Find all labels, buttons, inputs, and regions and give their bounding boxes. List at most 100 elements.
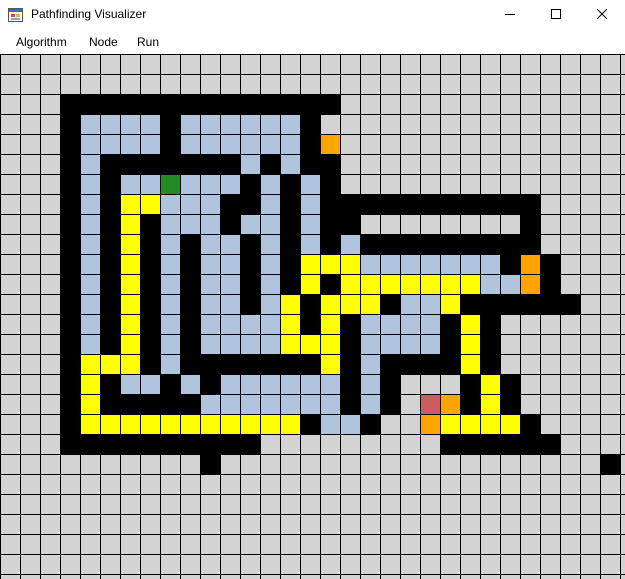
grid-cell-empty[interactable] bbox=[560, 194, 580, 214]
grid-cell-visited[interactable] bbox=[200, 274, 220, 294]
grid-cell-empty[interactable] bbox=[40, 134, 60, 154]
grid-cell-empty[interactable] bbox=[580, 274, 600, 294]
grid-cell-empty[interactable] bbox=[540, 94, 560, 114]
grid-cell-wall[interactable] bbox=[300, 314, 320, 334]
grid-cell-empty[interactable] bbox=[120, 54, 140, 74]
grid-cell-visited[interactable] bbox=[160, 274, 180, 294]
grid-cell-empty[interactable] bbox=[400, 394, 420, 414]
grid-cell-empty[interactable] bbox=[560, 394, 580, 414]
grid-cell-empty[interactable] bbox=[40, 154, 60, 174]
grid-cell-path[interactable] bbox=[440, 274, 460, 294]
grid-cell-wall[interactable] bbox=[60, 154, 80, 174]
minimize-button[interactable] bbox=[487, 0, 533, 30]
grid-cell-empty[interactable] bbox=[440, 214, 460, 234]
grid-cell-visited[interactable] bbox=[360, 314, 380, 334]
grid-cell-visited[interactable] bbox=[220, 334, 240, 354]
grid-cell-empty[interactable] bbox=[380, 134, 400, 154]
grid-cell-wall[interactable] bbox=[120, 94, 140, 114]
grid-cell-empty[interactable] bbox=[600, 534, 620, 554]
grid-cell-empty[interactable] bbox=[520, 54, 540, 74]
grid-cell-empty[interactable] bbox=[140, 74, 160, 94]
grid-cell-empty[interactable] bbox=[580, 254, 600, 274]
grid-cell-visited[interactable] bbox=[400, 254, 420, 274]
grid-cell-empty[interactable] bbox=[540, 174, 560, 194]
grid-cell-visited[interactable] bbox=[120, 174, 140, 194]
grid-cell-empty[interactable] bbox=[540, 214, 560, 234]
grid-cell-wall[interactable] bbox=[320, 154, 340, 174]
grid-cell-wall[interactable] bbox=[200, 354, 220, 374]
grid-cell-visited[interactable] bbox=[200, 394, 220, 414]
grid-cell-frontier[interactable] bbox=[520, 254, 540, 274]
grid-cell-path[interactable] bbox=[120, 234, 140, 254]
grid-cell-path[interactable] bbox=[340, 294, 360, 314]
grid-cell-path[interactable] bbox=[320, 254, 340, 274]
grid-cell-visited[interactable] bbox=[360, 374, 380, 394]
grid-cell-empty[interactable] bbox=[20, 134, 40, 154]
grid-cell-empty[interactable] bbox=[440, 114, 460, 134]
grid-cell-empty[interactable] bbox=[400, 54, 420, 74]
grid-cell-empty[interactable] bbox=[340, 94, 360, 114]
grid-cell-wall[interactable] bbox=[400, 234, 420, 254]
grid-cell-empty[interactable] bbox=[0, 454, 20, 474]
grid-cell-empty[interactable] bbox=[160, 554, 180, 574]
grid-cell-empty[interactable] bbox=[340, 534, 360, 554]
grid-cell-visited[interactable] bbox=[180, 174, 200, 194]
grid-cell-empty[interactable] bbox=[580, 314, 600, 334]
grid-cell-empty[interactable] bbox=[500, 54, 520, 74]
grid-cell-empty[interactable] bbox=[400, 534, 420, 554]
grid-cell-empty[interactable] bbox=[500, 74, 520, 94]
grid-cell-wall[interactable] bbox=[260, 354, 280, 374]
grid-cell-empty[interactable] bbox=[60, 54, 80, 74]
grid-cell-wall[interactable] bbox=[440, 234, 460, 254]
grid-cell-empty[interactable] bbox=[0, 274, 20, 294]
grid-cell-wall[interactable] bbox=[200, 154, 220, 174]
grid-cell-empty[interactable] bbox=[560, 274, 580, 294]
grid-cell-empty[interactable] bbox=[120, 514, 140, 534]
grid-cell-empty[interactable] bbox=[560, 54, 580, 74]
grid-cell-visited[interactable] bbox=[300, 194, 320, 214]
grid-cell-empty[interactable] bbox=[300, 454, 320, 474]
grid-cell-wall[interactable] bbox=[60, 374, 80, 394]
grid-cell-empty[interactable] bbox=[0, 134, 20, 154]
grid-cell-empty[interactable] bbox=[500, 514, 520, 534]
grid-cell-visited[interactable] bbox=[260, 274, 280, 294]
grid-cell-wall[interactable] bbox=[360, 234, 380, 254]
grid-cell-wall[interactable] bbox=[100, 314, 120, 334]
grid-cell-empty[interactable] bbox=[0, 214, 20, 234]
grid-cell-wall[interactable] bbox=[340, 334, 360, 354]
grid-cell-wall[interactable] bbox=[340, 394, 360, 414]
grid-cell-empty[interactable] bbox=[0, 394, 20, 414]
grid-cell-wall[interactable] bbox=[60, 194, 80, 214]
grid-cell-empty[interactable] bbox=[420, 534, 440, 554]
grid-cell-wall[interactable] bbox=[540, 254, 560, 274]
grid-cell-empty[interactable] bbox=[20, 434, 40, 454]
grid-cell-wall[interactable] bbox=[180, 294, 200, 314]
grid-cell-empty[interactable] bbox=[440, 134, 460, 154]
grid-cell-empty[interactable] bbox=[400, 514, 420, 534]
grid-cell-path[interactable] bbox=[460, 334, 480, 354]
grid-cell-empty[interactable] bbox=[440, 174, 460, 194]
grid-cell-empty[interactable] bbox=[280, 514, 300, 534]
grid-cell-empty[interactable] bbox=[320, 114, 340, 134]
grid-cell-empty[interactable] bbox=[380, 174, 400, 194]
grid-cell-empty[interactable] bbox=[20, 114, 40, 134]
grid-cell-empty[interactable] bbox=[280, 434, 300, 454]
grid-cell-empty[interactable] bbox=[140, 454, 160, 474]
grid-cell-wall[interactable] bbox=[180, 154, 200, 174]
grid-cell-wall[interactable] bbox=[540, 274, 560, 294]
grid-cell-wall[interactable] bbox=[60, 234, 80, 254]
grid-cell-empty[interactable] bbox=[380, 414, 400, 434]
grid-cell-empty[interactable] bbox=[600, 414, 620, 434]
grid-cell-path[interactable] bbox=[460, 414, 480, 434]
grid-cell-empty[interactable] bbox=[420, 94, 440, 114]
grid-cell-visited[interactable] bbox=[180, 134, 200, 154]
grid-cell-wall[interactable] bbox=[300, 94, 320, 114]
grid-cell-empty[interactable] bbox=[20, 54, 40, 74]
grid-cell-empty[interactable] bbox=[560, 74, 580, 94]
grid-cell-empty[interactable] bbox=[600, 554, 620, 574]
grid-cell-wall[interactable] bbox=[380, 194, 400, 214]
grid-cell-visited[interactable] bbox=[160, 234, 180, 254]
grid-cell-empty[interactable] bbox=[420, 474, 440, 494]
grid-cell-wall[interactable] bbox=[100, 214, 120, 234]
grid-cell-empty[interactable] bbox=[540, 334, 560, 354]
